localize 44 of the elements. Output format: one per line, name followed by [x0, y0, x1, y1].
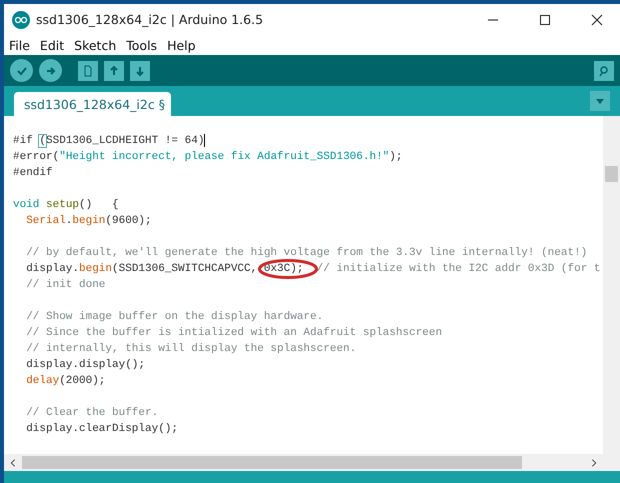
code-line: #error("Height incorrect, please fix Adafruit_SSD1306.h!"); — [13, 151, 402, 163]
checkmark-icon — [16, 64, 28, 76]
code-line: #endif — [13, 167, 53, 179]
chevron-right-icon — [589, 458, 599, 468]
code-line: // internally, this will display the splashscreen. — [26, 343, 356, 355]
scrollbar-thumb[interactable] — [605, 166, 618, 182]
menu-item[interactable]: File — [8, 38, 31, 52]
magnifier-icon — [598, 64, 610, 76]
serial-monitor-button[interactable] — [594, 60, 614, 80]
menu-item[interactable]: Help — [166, 38, 197, 52]
infinity-logo-icon — [12, 10, 30, 28]
chevron-left-icon — [8, 458, 18, 468]
code-line: display.display(); — [26, 359, 146, 371]
verify-button[interactable] — [10, 59, 33, 82]
menu-item[interactable]: Edit — [38, 38, 66, 52]
code-line: // init done — [26, 279, 106, 291]
maximize-icon — [539, 14, 551, 26]
code-line: display.begin(SSD1306_SWITCHCAPVCC, 0x3C); // initialize with the I2C addr 0x3D (for t — [26, 263, 601, 275]
menu-item[interactable]: Sketch — [73, 38, 118, 52]
arrow-up-icon — [108, 64, 120, 76]
code-line: #if (SSD1306_LCDHEIGHT != 64) — [13, 135, 204, 147]
code-line: // Show image buffer on the display hardware. — [26, 311, 324, 323]
code-line: Serial.begin(9600); — [26, 215, 152, 227]
code-line: display.clearDisplay(); — [26, 423, 178, 435]
arrow-down-icon — [134, 64, 146, 76]
open-button[interactable] — [104, 60, 124, 80]
code-line: delay(2000); — [26, 375, 106, 387]
file-tab[interactable]: ssd1306_128x64_i2c § — [14, 92, 171, 116]
code-line: // by default, we'll generate the high voltage from the 3.3v line internally! (neat!) — [26, 247, 588, 259]
menu-item[interactable]: Tools — [125, 38, 158, 52]
document-icon — [82, 64, 94, 76]
code-line: // Since the buffer is intialized with an Adafruit splashscreen — [26, 327, 442, 339]
save-button[interactable] — [130, 60, 150, 80]
arrow-right-icon — [44, 64, 56, 76]
new-button[interactable] — [78, 60, 98, 80]
upload-button[interactable] — [39, 59, 62, 82]
code-line: // Clear the buffer. — [26, 407, 158, 419]
scrollbar-thumb[interactable] — [22, 456, 522, 469]
window-title: ssd1306_128x64_i2c | Arduino 1.6.5 — [36, 12, 264, 27]
tab-menu-button[interactable] — [590, 91, 610, 111]
horizontal-scrollbar[interactable] — [4, 454, 603, 471]
vertical-scrollbar[interactable] — [603, 116, 620, 454]
code-line: void setup() { — [13, 199, 119, 211]
close-icon — [591, 14, 603, 26]
